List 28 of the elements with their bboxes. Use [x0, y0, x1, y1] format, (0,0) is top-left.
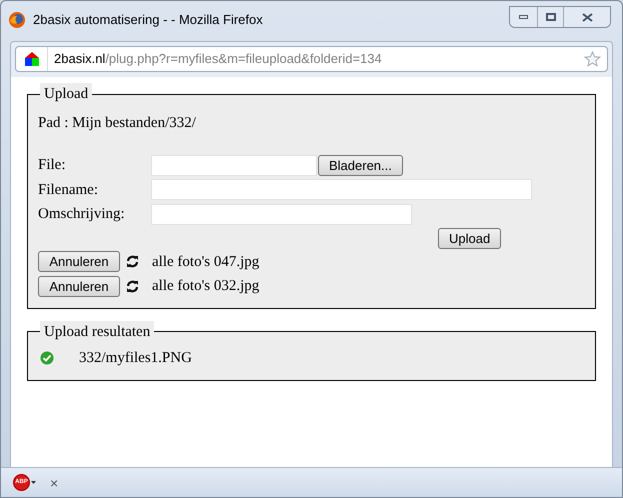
file-name: 332/myfiles1.PNG: [79, 349, 192, 368]
field-label: File:: [38, 156, 67, 175]
field-label: Filename:: [38, 180, 99, 200]
field-label: Omschrijving:: [38, 205, 126, 224]
browse-button[interactable]: Bladeren...: [318, 154, 403, 176]
cancel-button[interactable]: Annuleren: [38, 251, 120, 272]
file-name: alle foto's 047.jpg: [152, 252, 260, 272]
close-button[interactable]: [564, 7, 610, 27]
refresh-icon: [126, 255, 139, 268]
upload-button[interactable]: Upload: [438, 228, 502, 248]
window-title: 2basix automatisering - - Mozilla Firefox: [33, 11, 263, 29]
maximize-button[interactable]: [538, 7, 564, 27]
refresh-icon: [126, 280, 139, 293]
cancel-button[interactable]: Annuleren: [38, 276, 120, 297]
minimize-button[interactable]: [510, 7, 538, 27]
file-name: alle foto's 032.jpg: [152, 277, 260, 296]
close-button[interactable]: ×: [50, 476, 58, 490]
url-text: 2basix.nl/plug.php?r=myfiles&m=fileupload&folderid=134: [54, 50, 383, 68]
star-icon[interactable]: [584, 51, 601, 67]
file-path-field[interactable]: [151, 154, 317, 176]
input-field[interactable]: [151, 204, 412, 225]
site-icon: [24, 52, 40, 66]
path-text: Pad : Mijn bestanden/332/: [38, 114, 197, 132]
address-bar[interactable]: 2basix.nl/plug.php?r=myfiles&m=fileupload&folderid=134: [15, 46, 608, 72]
browser-logo-icon: [8, 11, 26, 29]
input-field[interactable]: [151, 179, 532, 200]
dropdown-icon: [31, 481, 36, 484]
close-icon: [582, 12, 592, 22]
